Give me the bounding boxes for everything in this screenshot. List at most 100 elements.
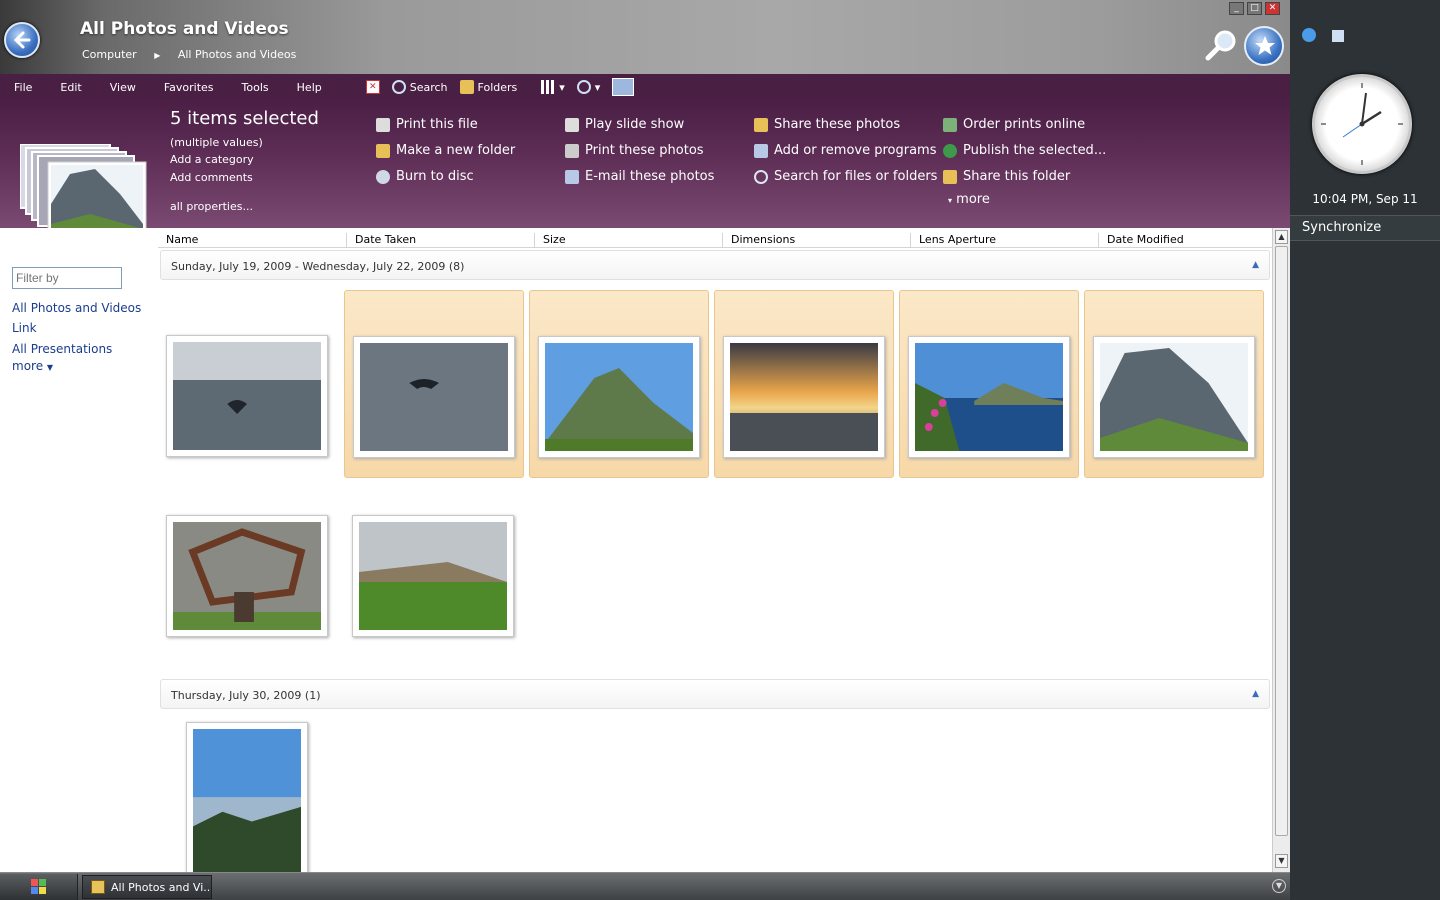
photo-tile[interactable] xyxy=(344,290,524,478)
column-headers: Name Date Taken Size Dimensions Lens Ape… xyxy=(158,228,1272,248)
new-folder-icon xyxy=(376,143,390,158)
zoom-button[interactable]: ▾ xyxy=(576,80,600,94)
collapse-chevron-icon[interactable]: ▲ xyxy=(1252,689,1259,699)
more-label: more xyxy=(12,359,44,373)
back-button[interactable] xyxy=(4,22,40,58)
nav-more[interactable]: more ▼ xyxy=(12,359,53,373)
back-arrow-icon xyxy=(13,31,31,49)
stop-button[interactable]: ✕ xyxy=(365,80,380,94)
chevron-down-icon: ▾ xyxy=(948,196,953,205)
photo-tile[interactable] xyxy=(164,470,344,658)
start-button[interactable] xyxy=(0,874,78,900)
sidebar-gadget-icon[interactable] xyxy=(1302,28,1316,42)
task-publish-selected[interactable]: Publish the selected... xyxy=(943,143,1106,158)
column-date-taken[interactable]: Date Taken xyxy=(346,233,416,247)
globe-icon xyxy=(943,143,957,158)
group-header[interactable]: Sunday, July 19, 2009 - Wednesday, July … xyxy=(160,250,1270,280)
email-icon xyxy=(565,169,579,184)
scroll-thumb[interactable] xyxy=(1275,246,1288,836)
search-label: Search xyxy=(409,80,448,94)
menu-favorites[interactable]: Favorites xyxy=(150,81,228,94)
collapse-chevron-icon[interactable]: ▲ xyxy=(1252,260,1259,270)
group-label: Sunday, July 19, 2009 - Wednesday, July … xyxy=(171,260,465,273)
photo-thumbnail xyxy=(723,336,885,458)
column-dimensions[interactable]: Dimensions xyxy=(722,233,795,247)
photo-tile[interactable] xyxy=(899,290,1079,478)
more-tasks-link[interactable]: ▾ more xyxy=(948,192,990,207)
clock-gadget xyxy=(1312,74,1412,174)
vertical-scrollbar[interactable]: ▲ ▼ xyxy=(1272,228,1290,872)
scroll-up-icon[interactable]: ▲ xyxy=(1275,230,1288,244)
taskbar-window-label: All Photos and Vi... xyxy=(111,881,212,894)
synchronize-gadget[interactable]: Synchronize xyxy=(1290,215,1440,241)
task-share-photos[interactable]: Share these photos xyxy=(754,117,900,132)
filter-input[interactable] xyxy=(12,267,122,289)
column-name[interactable]: Name xyxy=(158,233,198,247)
task-print-this-file[interactable]: Print this file xyxy=(376,117,478,132)
order-prints-icon xyxy=(943,117,957,132)
nav-all-presentations[interactable]: All Presentations xyxy=(12,342,112,356)
breadcrumb: Computer ▶ All Photos and Videos xyxy=(82,48,310,61)
breadcrumb-computer[interactable]: Computer xyxy=(82,48,137,61)
search-button[interactable]: Search xyxy=(391,80,448,94)
views-button[interactable]: ▾ xyxy=(541,80,565,94)
window-controls: _ □ ✕ xyxy=(1229,2,1280,15)
disc-icon xyxy=(376,169,390,184)
sidebar-tile-icon[interactable] xyxy=(1332,30,1344,42)
printer-icon xyxy=(376,117,390,132)
folders-button[interactable]: Folders xyxy=(459,80,517,94)
preview-pane-button[interactable] xyxy=(612,78,635,96)
photo-thumbnail xyxy=(1093,336,1255,458)
tray-expand-icon[interactable]: ▼ xyxy=(1272,879,1286,893)
minimize-button[interactable]: _ xyxy=(1229,2,1244,15)
close-button[interactable]: ✕ xyxy=(1265,2,1280,15)
slideshow-icon xyxy=(565,117,579,132)
column-lens-aperture[interactable]: Lens Aperture xyxy=(910,233,996,247)
task-label: Make a new folder xyxy=(396,143,516,158)
task-burn-to-disc[interactable]: Burn to disc xyxy=(376,169,474,184)
photo-tile[interactable] xyxy=(344,470,524,658)
breadcrumb-arrow-icon[interactable]: ▶ xyxy=(154,51,160,60)
photo-thumbnail xyxy=(166,515,328,637)
all-properties-link[interactable]: all properties... xyxy=(170,200,253,213)
task-play-slide-show[interactable]: Play slide show xyxy=(565,117,684,132)
folder-icon xyxy=(459,80,474,94)
task-share-folder[interactable]: Share this folder xyxy=(943,169,1070,184)
maximize-button[interactable]: □ xyxy=(1247,2,1262,15)
photo-tile[interactable] xyxy=(164,290,344,478)
menu-tools[interactable]: Tools xyxy=(228,81,283,94)
task-search-files[interactable]: Search for files or folders xyxy=(754,169,937,184)
photo-tile[interactable] xyxy=(1084,290,1264,478)
menu-file[interactable]: File xyxy=(0,81,46,94)
taskbar-window-button[interactable]: All Photos and Vi... xyxy=(82,875,212,899)
scroll-down-icon[interactable]: ▼ xyxy=(1275,854,1288,868)
nav-all-photos-videos[interactable]: All Photos and Videos xyxy=(12,301,141,315)
add-comments-link[interactable]: Add comments xyxy=(170,171,253,184)
task-add-remove-programs[interactable]: Add or remove programs xyxy=(754,143,937,158)
menu-bar: File Edit View Favorites Tools Help ✕ Se… xyxy=(0,74,1290,100)
breadcrumb-current[interactable]: All Photos and Videos xyxy=(178,48,296,61)
task-make-new-folder[interactable]: Make a new folder xyxy=(376,143,515,158)
task-order-prints[interactable]: Order prints online xyxy=(943,117,1085,132)
group-header[interactable]: Thursday, July 30, 2009 (1) ▲ xyxy=(160,679,1270,709)
task-print-these-photos[interactable]: Print these photos xyxy=(565,143,704,158)
print-photos-icon xyxy=(565,143,579,158)
column-date-modified[interactable]: Date Modified xyxy=(1098,233,1184,247)
windows-logo-icon xyxy=(31,879,46,894)
explorer-window: All Photos and Videos Computer ▶ All Pho… xyxy=(0,0,1290,872)
taskbar: All Photos and Vi... ▼ xyxy=(0,872,1290,900)
nav-link[interactable]: Link xyxy=(12,321,37,335)
preview-pane-icon xyxy=(612,78,635,96)
task-email-photos[interactable]: E-mail these photos xyxy=(565,169,714,184)
windows-sidebar: 10:04 PM, Sep 11 Synchronize xyxy=(1290,0,1440,900)
photo-tile[interactable] xyxy=(184,718,364,872)
add-category-link[interactable]: Add a category xyxy=(170,153,254,166)
column-size[interactable]: Size xyxy=(534,233,566,247)
menu-edit[interactable]: Edit xyxy=(46,81,95,94)
menu-view[interactable]: View xyxy=(96,81,150,94)
menu-help[interactable]: Help xyxy=(283,81,336,94)
favorites-star-button[interactable] xyxy=(1244,26,1284,66)
photo-tile[interactable] xyxy=(714,290,894,478)
photo-tile[interactable] xyxy=(529,290,709,478)
search-magnifier-icon[interactable] xyxy=(1204,28,1238,65)
